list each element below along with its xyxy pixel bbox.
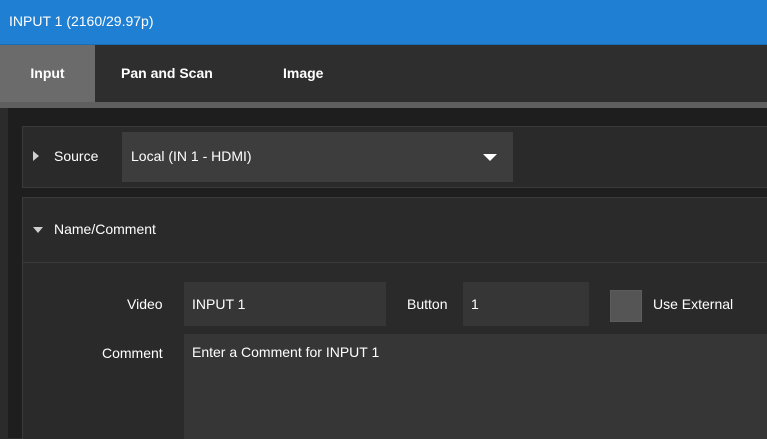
section-divider [23,262,767,263]
tab-image[interactable]: Image [283,45,343,102]
name-comment-collapse-icon[interactable] [33,227,43,233]
source-expand-icon[interactable] [33,151,39,161]
source-dropdown-value: Local (IN 1 - HDMI) [131,148,252,164]
source-dropdown[interactable]: Local (IN 1 - HDMI) [122,132,513,182]
button-label: Button [407,296,448,312]
comment-field[interactable]: Enter a Comment for INPUT 1 [184,334,767,439]
name-comment-panel: Name/Comment Video INPUT 1 Button 1 Use … [22,197,767,439]
tab-input[interactable]: Input [0,45,95,102]
properties-content: Source Local (IN 1 - HDMI) Name/Comment … [8,108,767,439]
source-panel: Source Local (IN 1 - HDMI) [22,126,767,188]
video-label: Video [127,296,163,312]
button-name-field[interactable]: 1 [463,282,589,326]
comment-label: Comment [102,345,163,361]
source-label: Source [54,148,99,164]
use-external-checkbox[interactable] [610,290,642,322]
use-external-label: Use External [653,296,734,312]
name-comment-header: Name/Comment [54,221,156,237]
video-name-field[interactable]: INPUT 1 [184,282,386,326]
tab-bar: Input Pan and Scan Image [0,45,767,102]
window-title: INPUT 1 (2160/29.97p) [9,13,154,29]
tab-pan-and-scan[interactable]: Pan and Scan [121,45,236,102]
chevron-down-icon [483,154,497,161]
title-bar: INPUT 1 (2160/29.97p) [0,0,767,45]
